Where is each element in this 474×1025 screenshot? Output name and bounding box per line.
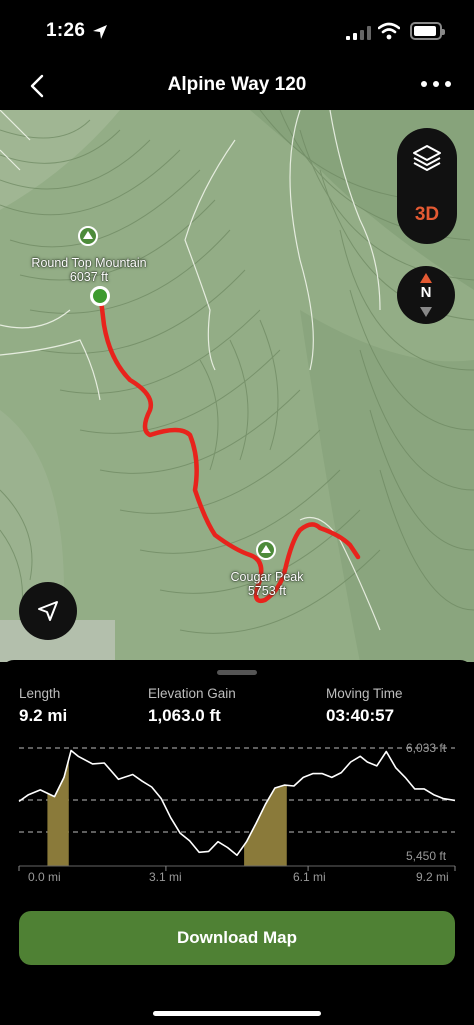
trail-map[interactable]: Round Top Mountain 6037 ft Cougar Peak 5… [0, 110, 474, 662]
layers-icon[interactable] [412, 144, 442, 172]
stat-label: Length [19, 686, 61, 701]
nav-header: Alpine Way 120 [0, 64, 474, 110]
y-tick-label: 6,033 ft [406, 741, 447, 755]
locate-me-button[interactable] [19, 582, 77, 640]
x-tick-label: 9.2 mi [416, 870, 449, 884]
3d-toggle-button[interactable]: 3D [397, 204, 457, 226]
home-indicator [153, 1011, 321, 1016]
download-map-button[interactable]: Download Map [19, 911, 455, 965]
page-title: Alpine Way 120 [167, 74, 307, 95]
peak-elevation: 5753 ft [247, 584, 287, 598]
map-control-pill: 3D [397, 128, 457, 244]
compass-button[interactable]: N [397, 266, 455, 324]
x-tick-label: 6.1 mi [293, 870, 326, 884]
peak-label-round-top: Round Top Mountain 6037 ft [14, 256, 164, 284]
stat-label: Moving Time [326, 686, 403, 701]
sheet-grabber[interactable] [217, 670, 257, 675]
location-arrow-icon [93, 25, 107, 39]
navigation-arrow-icon [38, 601, 58, 621]
stat-elevation-gain: Elevation Gain 1,063.0 ft [148, 686, 236, 726]
route-details-sheet: Length 9.2 mi Elevation Gain 1,063.0 ft … [0, 660, 474, 1025]
stat-value: 03:40:57 [326, 706, 395, 725]
route-start-marker[interactable] [90, 286, 110, 306]
status-time: 1:26 [46, 20, 86, 41]
x-tick-label: 0.0 mi [28, 870, 61, 884]
battery-icon [410, 22, 445, 40]
peak-marker-cougar[interactable] [256, 540, 276, 560]
peak-name: Cougar Peak [230, 570, 304, 584]
status-bar: 1:26 [0, 0, 474, 64]
peak-elevation: 6037 ft [69, 270, 109, 284]
stat-value: 9.2 mi [19, 706, 68, 725]
chart-elevation-line [18, 749, 456, 856]
chart-climb-area [47, 759, 69, 866]
compass-label: N [420, 284, 432, 301]
chart-climb-area [244, 785, 287, 866]
peak-marker-round-top[interactable] [78, 226, 98, 246]
stat-moving-time: Moving Time 03:40:57 [326, 686, 403, 726]
cellular-signal-icon [346, 26, 371, 40]
more-options-icon[interactable] [420, 78, 452, 90]
wifi-icon [378, 22, 400, 40]
compass-north-arrow-icon [420, 273, 432, 283]
stat-label: Elevation Gain [148, 686, 236, 701]
y-tick-label: 5,450 ft [406, 849, 447, 863]
x-tick-label: 3.1 mi [149, 870, 182, 884]
peak-name: Round Top Mountain [31, 256, 147, 270]
compass-south-arrow-icon [420, 307, 432, 317]
stat-value: 1,063.0 ft [148, 706, 221, 725]
stat-length: Length 9.2 mi [19, 686, 67, 726]
elevation-profile-chart[interactable] [0, 738, 474, 888]
peak-label-cougar: Cougar Peak 5753 ft [202, 570, 332, 598]
